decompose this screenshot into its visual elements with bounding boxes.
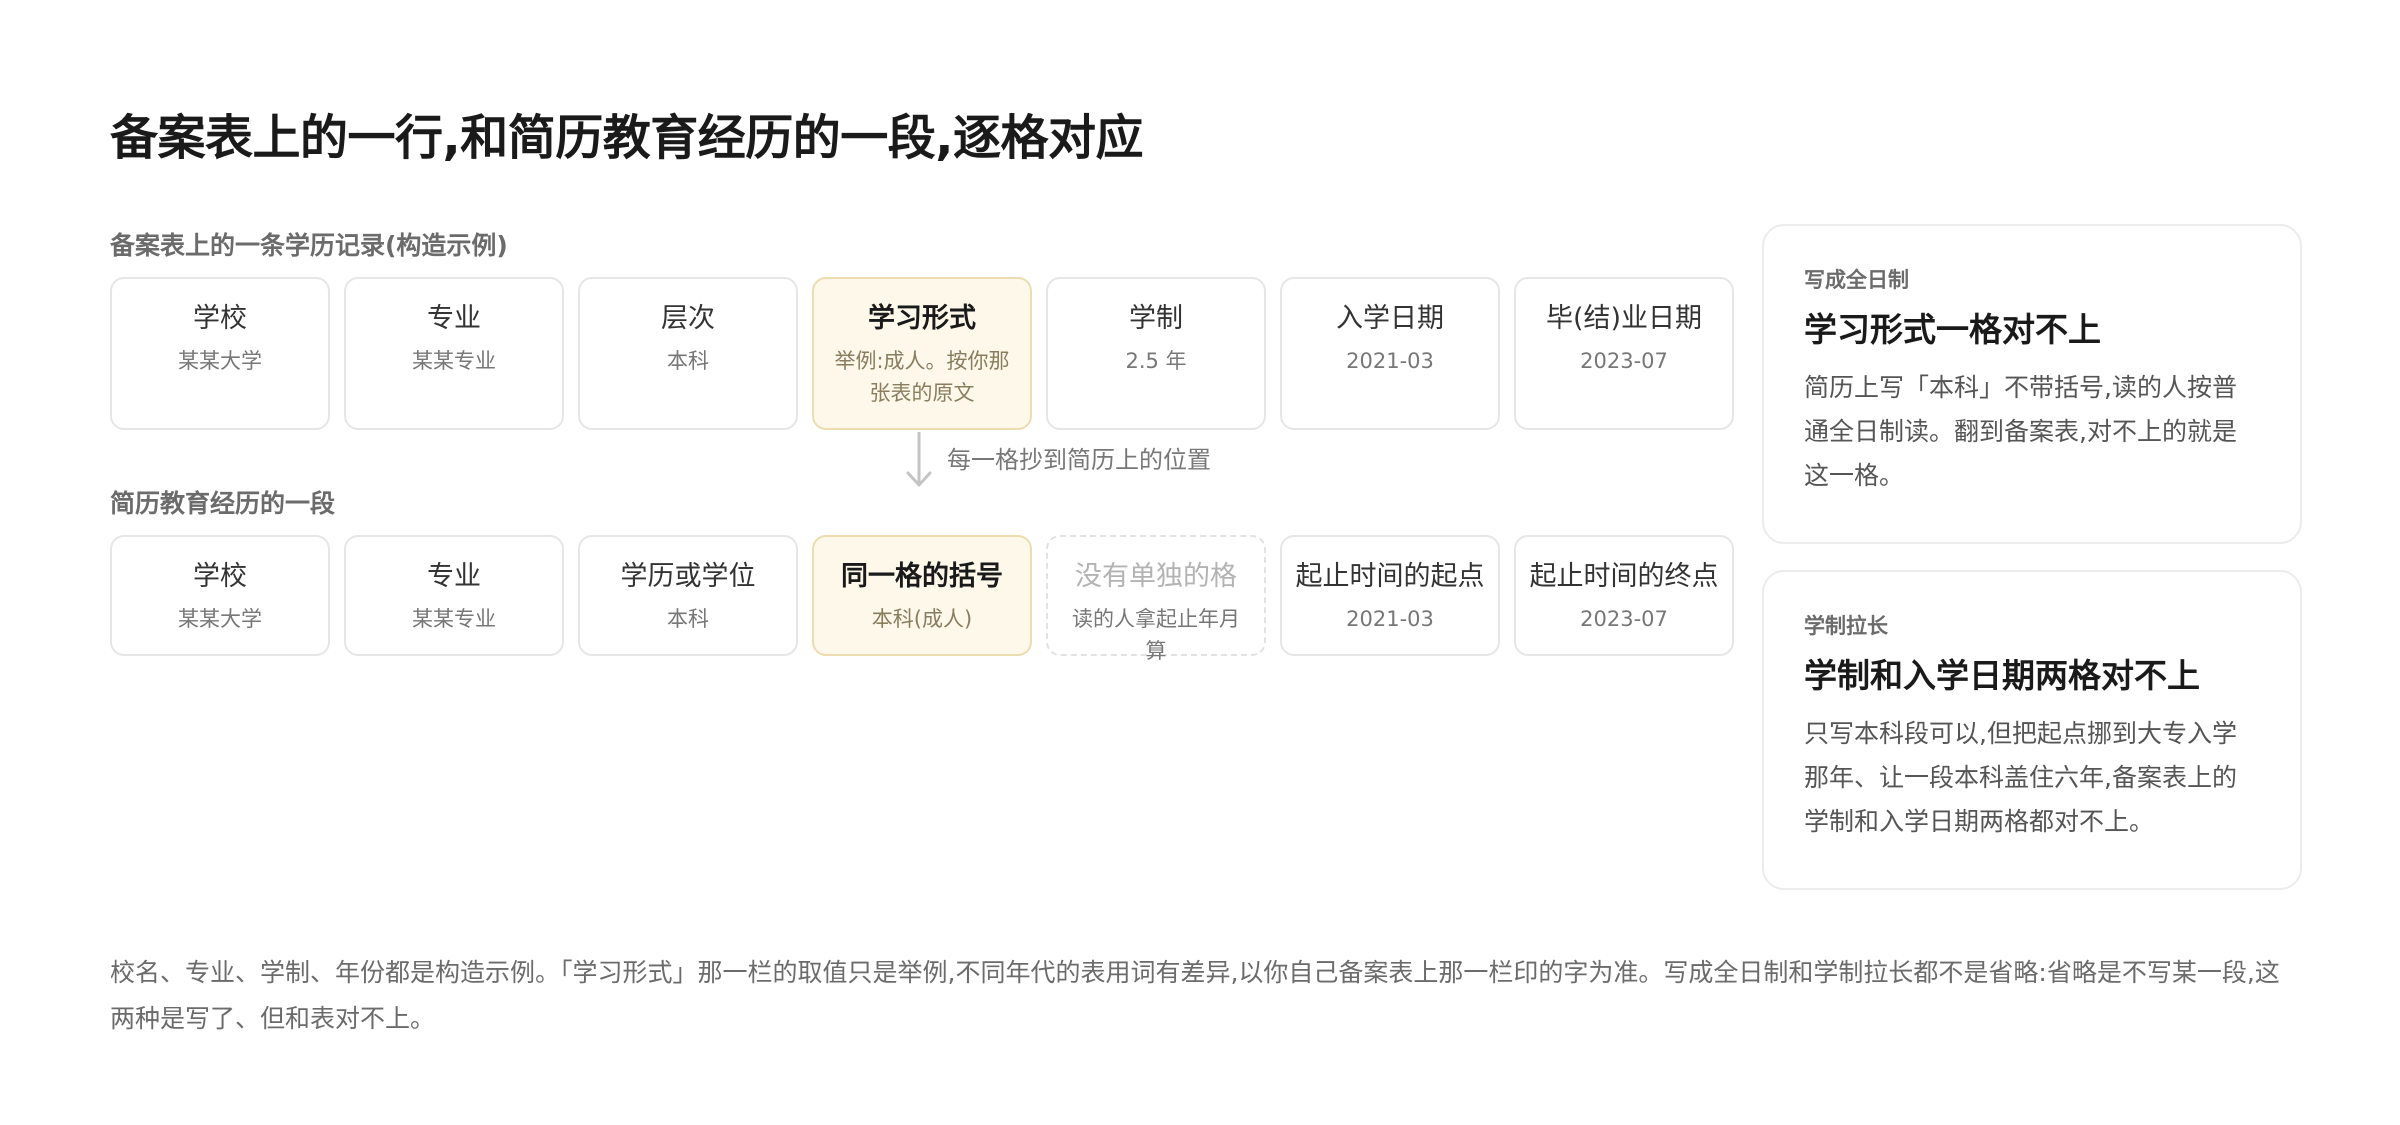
- resume-cell-no-field: 没有单独的格 读的人拿起止年月算: [1046, 535, 1266, 663]
- page: 备案表上的一行,和简历教育经历的一段,逐格对应 备案表上的一条学历记录(构造示例…: [0, 0, 2400, 1125]
- cell-value: 2021-03: [1346, 349, 1434, 373]
- record-cell-graduation-date: 毕(结)业日期 2023-07: [1514, 277, 1734, 430]
- card-body: 简历上写「本科」不带括号,读的人按普通全日制读。翻到备案表,对不上的就是这一格。: [1804, 373, 2237, 490]
- mismatch-card-study-form: 写成全日制 学习形式一格对不上 简历上写「本科」不带括号,读的人按普通全日制读。…: [1762, 224, 2302, 544]
- resume-cell-bracket: 同一格的括号 本科(成人): [812, 535, 1032, 656]
- cell-title: 学校: [193, 561, 247, 592]
- page-title: 备案表上的一行,和简历教育经历的一段,逐格对应: [110, 110, 1143, 166]
- cell-title: 学习形式: [868, 303, 976, 334]
- resume-cell-start: 起止时间的起点 2021-03: [1280, 535, 1500, 656]
- cell-value: 某某专业: [412, 607, 496, 631]
- cell-title: 学校: [193, 303, 247, 334]
- cell-value: 2.5 年: [1125, 349, 1187, 373]
- cell-value: 2023-07: [1580, 349, 1668, 373]
- card-heading: 学制和入学日期两格对不上: [1804, 656, 2200, 695]
- resume-section-label: 简历教育经历的一段: [110, 489, 336, 518]
- cell-value: 2021-03: [1346, 607, 1434, 631]
- mismatch-card-duration: 学制拉长 学制和入学日期两格对不上 只写本科段可以,但把起点挪到大专入学那年、让…: [1762, 570, 2302, 890]
- card-tag: 写成全日制: [1804, 268, 1909, 292]
- card-heading: 学习形式一格对不上: [1804, 310, 2101, 349]
- cell-title: 入学日期: [1336, 303, 1444, 334]
- footnote: 校名、专业、学制、年份都是构造示例。「学习形式」那一栏的取值只是举例,不同年代的…: [110, 958, 2280, 1033]
- resume-cell-major: 专业 某某专业: [344, 535, 564, 656]
- cell-value: 某某大学: [178, 607, 262, 631]
- cell-title: 层次: [661, 303, 715, 334]
- record-cell-duration: 学制 2.5 年: [1046, 277, 1266, 430]
- card-body: 只写本科段可以,但把起点挪到大专入学那年、让一段本科盖住六年,备案表上的学制和入…: [1804, 719, 2237, 836]
- resume-cell-end: 起止时间的终点 2023-07: [1514, 535, 1734, 656]
- cell-value: 举例:成人。按你那张表的原文: [834, 349, 1010, 405]
- record-cell-major: 专业 某某专业: [344, 277, 564, 430]
- cell-value: 本科: [667, 607, 709, 631]
- record-section-label: 备案表上的一条学历记录(构造示例): [110, 231, 508, 260]
- cell-title: 学制: [1129, 303, 1183, 334]
- cell-title: 起止时间的起点: [1295, 561, 1485, 592]
- resume-cell-degree: 学历或学位 本科: [578, 535, 798, 656]
- cell-title: 起止时间的终点: [1529, 561, 1719, 592]
- record-row: 学校 某某大学 专业 某某专业 层次 本科 学习形式 举例:成人。按你那张表的原…: [110, 277, 1734, 430]
- cell-value: 本科(成人): [871, 607, 973, 631]
- cell-title: 同一格的括号: [841, 561, 1003, 592]
- cell-title: 专业: [427, 303, 481, 334]
- cell-value: 2023-07: [1580, 607, 1668, 631]
- record-cell-enroll-date: 入学日期 2021-03: [1280, 277, 1500, 430]
- resume-row: 学校 某某大学 专业 某某专业 学历或学位 本科 同一格的括号 本科(成人) 没…: [110, 535, 1734, 663]
- arrow-down-icon: [906, 432, 932, 487]
- connector-caption: 每一格抄到简历上的位置: [947, 446, 1211, 474]
- cell-value: 某某大学: [178, 349, 262, 373]
- record-cell-level: 层次 本科: [578, 277, 798, 430]
- cell-title: 专业: [427, 561, 481, 592]
- cell-title: 没有单独的格: [1075, 561, 1237, 592]
- record-cell-study-form: 学习形式 举例:成人。按你那张表的原文: [812, 277, 1032, 430]
- record-cell-school: 学校 某某大学: [110, 277, 330, 430]
- card-tag: 学制拉长: [1804, 614, 1888, 638]
- cell-value: 读的人拿起止年月算: [1072, 607, 1240, 663]
- cell-title: 学历或学位: [620, 561, 756, 592]
- cell-title: 毕(结)业日期: [1545, 303, 1703, 334]
- resume-cell-school: 学校 某某大学: [110, 535, 330, 656]
- cell-value: 本科: [667, 349, 709, 373]
- cell-value: 某某专业: [412, 349, 496, 373]
